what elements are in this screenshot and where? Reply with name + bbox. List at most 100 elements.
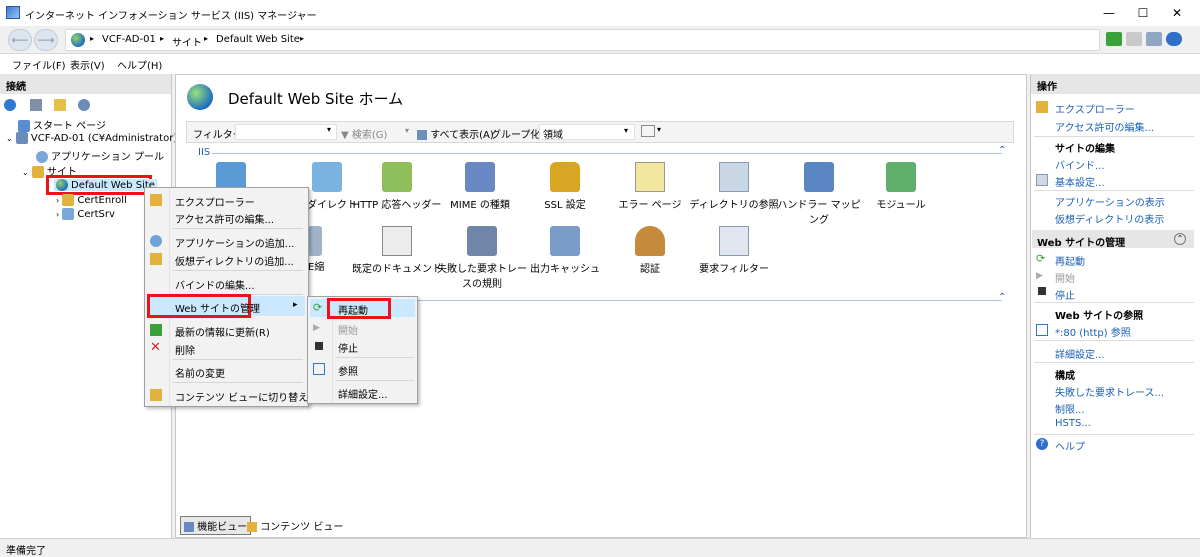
feature-output-caching[interactable]: 出力キャッシュ: [520, 226, 610, 275]
menu-add-virtual-dir[interactable]: 仮想ディレクトリの追加...: [175, 253, 294, 268]
feature-request-filtering[interactable]: 要求フィルター: [689, 226, 779, 275]
tab-label: コンテンツ ビュー: [260, 522, 344, 533]
tree-default-web-site[interactable]: Default Web Site: [54, 179, 157, 191]
breadcrumb-sites[interactable]: サイト: [172, 34, 202, 49]
tree-start-page[interactable]: スタート ページ: [18, 117, 106, 132]
tab-feature-view[interactable]: 機能ビュー: [180, 516, 252, 535]
feature-authentication[interactable]: 認証: [605, 226, 695, 275]
action-restart[interactable]: 再起動: [1055, 253, 1085, 268]
action-failed-request-tracing[interactable]: 失敗した要求トレース...: [1055, 384, 1164, 399]
menu-help[interactable]: ヘルプ(H): [117, 57, 162, 72]
up-folder-icon[interactable]: [54, 99, 66, 111]
tree-server[interactable]: ⌄ VCF-AD-01 (C¥Administrator): [6, 132, 177, 144]
action-view-virtual-dirs[interactable]: 仮想ディレクトリの表示: [1055, 211, 1164, 226]
compression-icon[interactable]: [308, 226, 322, 256]
action-start[interactable]: 開始: [1055, 270, 1075, 285]
connect-icon[interactable]: [1106, 32, 1122, 46]
feature-default-document[interactable]: 既定のドキュメント: [352, 226, 442, 275]
collapse-icon[interactable]: ⌄: [6, 134, 13, 143]
action-limits[interactable]: 制限...: [1055, 401, 1085, 416]
tab-content-view[interactable]: コンテンツ ビュー: [244, 517, 346, 534]
action-hsts[interactable]: HSTS...: [1055, 418, 1091, 429]
refresh-icon[interactable]: [1146, 32, 1162, 46]
action-explore[interactable]: エクスプローラー: [1055, 101, 1135, 116]
mail-icon[interactable]: [1126, 32, 1142, 46]
menu-file[interactable]: ファイル(F): [12, 57, 66, 72]
tree-certsrv[interactable]: › CertSrv: [56, 208, 115, 220]
filter-input[interactable]: [235, 124, 337, 140]
menu-manage-website[interactable]: Web サイトの管理: [175, 300, 260, 315]
menu-view[interactable]: 表示(V): [70, 57, 105, 72]
feature-failed-request-tracing[interactable]: 失敗した要求トレースの規則: [437, 226, 527, 290]
search-dropdown-icon[interactable]: ▾: [405, 126, 409, 135]
collapse-section-icon[interactable]: ⌃: [998, 292, 1006, 303]
menu-explore[interactable]: エクスプローラー: [175, 194, 255, 209]
feature-ssl-settings[interactable]: SSL 設定: [520, 162, 610, 211]
show-all-button[interactable]: すべて表示(A): [417, 126, 494, 141]
menu-edit-permissions[interactable]: アクセス許可の編集...: [175, 211, 274, 226]
feature-handler-mappings[interactable]: ハンドラー マッピング: [774, 162, 864, 226]
expand-icon[interactable]: ›: [56, 196, 59, 205]
help-icon[interactable]: [1166, 32, 1182, 46]
divider: [1034, 362, 1194, 363]
stop-icon: [315, 342, 323, 350]
save-icon[interactable]: [30, 99, 42, 111]
submenu-start[interactable]: 開始: [338, 322, 358, 337]
restart-icon: ⟳: [1036, 252, 1046, 265]
action-stop[interactable]: 停止: [1055, 287, 1075, 302]
feature-mime-types[interactable]: MIME の種類: [435, 162, 525, 211]
breadcrumb-separator: ▸: [204, 34, 209, 43]
feature-modules[interactable]: モジュール: [856, 162, 946, 211]
menu-refresh[interactable]: 最新の情報に更新(R): [175, 324, 270, 339]
action-browse-80[interactable]: *:80 (http) 参照: [1055, 324, 1131, 339]
collapse-icon[interactable]: ⌄: [22, 168, 29, 177]
action-help[interactable]: ヘルプ: [1055, 438, 1085, 453]
submenu-restart[interactable]: 再起動: [338, 302, 368, 317]
divider: [1034, 434, 1194, 435]
close-button[interactable]: ✕: [1154, 0, 1200, 26]
connections-toolbar: [4, 98, 164, 114]
action-bindings[interactable]: バインド...: [1055, 157, 1105, 172]
feature-directory-browsing[interactable]: ディレクトリの参照: [689, 162, 779, 211]
menu-add-application[interactable]: アプリケーションの追加...: [175, 235, 294, 250]
back-button[interactable]: ⟵: [8, 29, 32, 51]
output-cache-icon: [550, 226, 580, 256]
menu-edit-bindings[interactable]: バインドの編集...: [175, 277, 255, 292]
refresh-icon: [150, 324, 162, 336]
submenu-arrow-icon: ▸: [293, 300, 298, 310]
breadcrumb-server[interactable]: VCF-AD-01: [102, 34, 156, 45]
view-mode-icon[interactable]: [641, 125, 655, 137]
group-by-select[interactable]: 領域 ▾: [539, 124, 635, 141]
connect-globe-icon[interactable]: [4, 99, 16, 111]
action-basic-settings[interactable]: 基本設定...: [1055, 174, 1105, 189]
feature-error-pages[interactable]: エラー ページ: [605, 162, 695, 211]
collapse-section-icon[interactable]: ⌃: [998, 145, 1006, 156]
tree-certenroll[interactable]: › CertEnroll: [56, 194, 127, 206]
search-button[interactable]: ▼ 検索(G): [341, 126, 387, 141]
menu-delete[interactable]: 削除: [175, 342, 195, 357]
forward-button[interactable]: ⟶: [34, 29, 58, 51]
settings-page-icon: [1036, 174, 1048, 186]
menu-switch-content-view[interactable]: コンテンツ ビューに切り替え: [175, 389, 308, 404]
action-advanced-settings[interactable]: 詳細設定...: [1055, 346, 1105, 361]
directory-browse-icon: [719, 162, 749, 192]
menu-separator: [173, 359, 303, 360]
breadcrumb-site[interactable]: Default Web Site: [216, 34, 300, 45]
lock-icon: [550, 162, 580, 192]
collapse-section-icon[interactable]: ⌃: [1174, 233, 1186, 245]
submenu-stop[interactable]: 停止: [338, 340, 358, 355]
submenu-browse[interactable]: 参照: [338, 363, 358, 378]
view-mode-dropdown-icon[interactable]: ▾: [657, 125, 661, 134]
action-view-applications[interactable]: アプリケーションの表示: [1055, 194, 1165, 209]
submenu-advanced-settings[interactable]: 詳細設定...: [338, 386, 388, 401]
feature-compression-label[interactable]: E縮: [308, 258, 324, 273]
disconnect-icon[interactable]: [78, 99, 90, 111]
tree-app-pools[interactable]: アプリケーション プール: [36, 148, 164, 163]
menu-rename[interactable]: 名前の変更: [175, 365, 225, 380]
expand-icon[interactable]: ›: [56, 210, 59, 219]
feature-label: 失敗した要求トレースの規則: [437, 264, 527, 290]
breadcrumb[interactable]: ▸ VCF-AD-01 ▸ サイト ▸ Default Web Site ▸: [65, 29, 1100, 51]
feature-http-headers[interactable]: HTTP 応答ヘッダー: [352, 162, 442, 211]
action-edit-permissions[interactable]: アクセス許可の編集...: [1055, 119, 1154, 134]
filter-dropdown-icon[interactable]: ▾: [327, 125, 331, 134]
